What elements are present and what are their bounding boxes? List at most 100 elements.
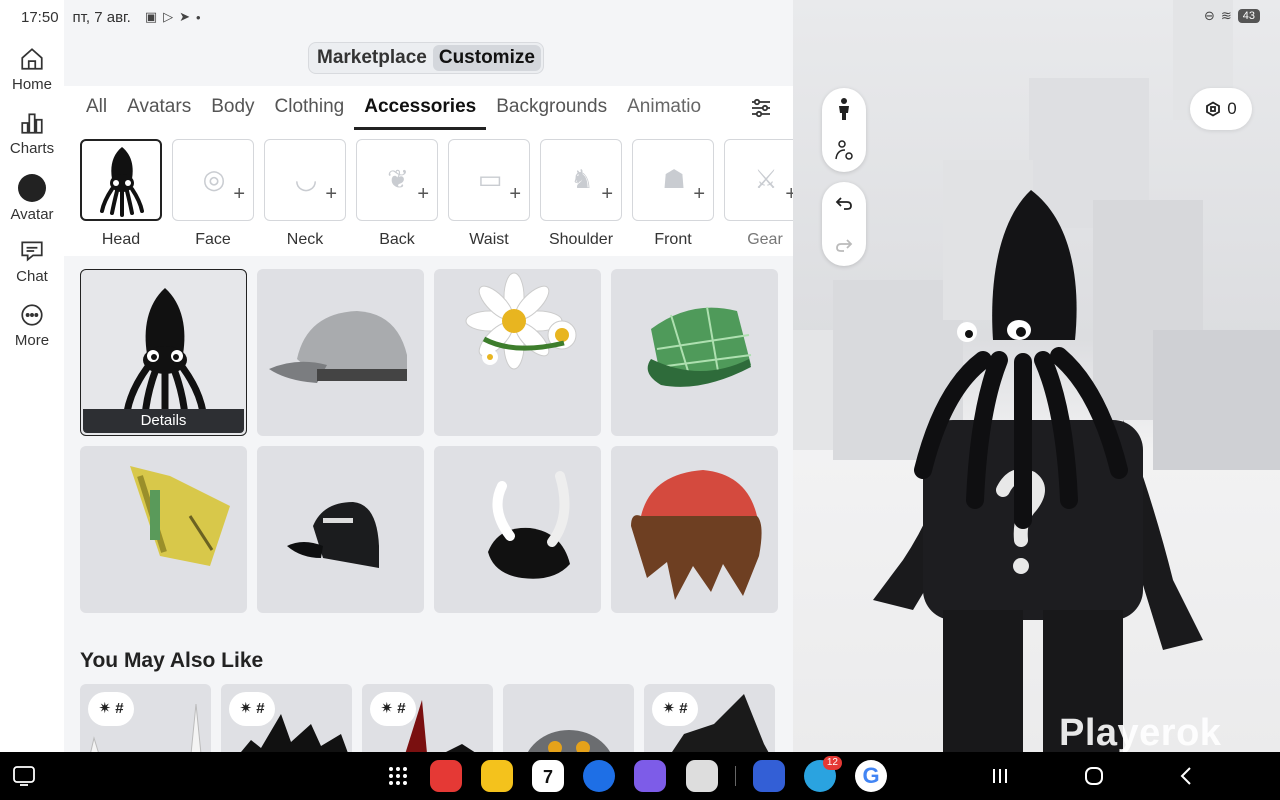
messages-app-icon[interactable] [583, 760, 615, 792]
nav-charts[interactable]: Charts [0, 110, 64, 157]
parrot-icon: ♞ [570, 164, 594, 194]
avatar-preview[interactable]: 0 Playerok [793, 0, 1280, 752]
subcategory-row: Head ◎ + Face ◡ + Neck ❦ + Back ▭ + Waist ♞ +… [64, 130, 793, 256]
chat-icon [21, 241, 43, 262]
calendar-app-icon[interactable]: 7 [532, 760, 564, 792]
watermark: Playerok [1059, 712, 1222, 752]
item-roblox-black-cap[interactable] [257, 446, 424, 613]
item-green-plaid-cap[interactable] [611, 269, 778, 436]
glasses-icon: ◎ [202, 164, 226, 194]
roblox-app-icon[interactable] [753, 760, 785, 792]
plus-icon: + [601, 183, 613, 205]
subcat-face-label: Face [195, 231, 231, 248]
wifi-icon: ≋ [1220, 8, 1232, 23]
dot-icon: • [196, 9, 201, 25]
nav-avatar[interactable]: Avatar [0, 174, 64, 223]
subcat-front-thumb: ☗ + [632, 139, 714, 221]
google-app-icon[interactable]: G [855, 760, 887, 792]
recent-apps-icon[interactable] [990, 767, 1010, 785]
item-daisy-crown[interactable] [434, 269, 601, 436]
filter-icon[interactable] [749, 96, 773, 120]
customize-tab[interactable]: Customize [432, 45, 541, 71]
notes-app-icon[interactable] [430, 760, 462, 792]
avatar-icon [18, 174, 46, 202]
undo-button[interactable] [822, 182, 866, 224]
tab-all[interactable]: All [76, 86, 117, 130]
daisy-crown-thumb [465, 272, 577, 370]
subcat-front[interactable]: ☗ + Front [632, 139, 714, 249]
plus-icon: + [325, 183, 337, 205]
tab-body[interactable]: Body [201, 86, 264, 130]
marketplace-tab[interactable]: Marketplace [311, 45, 433, 71]
charts-icon [21, 113, 43, 134]
subcat-back-label: Back [379, 231, 415, 248]
tab-backgrounds[interactable]: Backgrounds [486, 86, 617, 130]
status-date: пт, 7 авг. [72, 8, 131, 26]
screenshot-icon: ▣ [144, 9, 158, 24]
recommendation-card[interactable]: ✷ # [80, 684, 211, 752]
plus-icon: + [233, 183, 245, 205]
subcat-head[interactable]: Head [80, 139, 162, 249]
dnd-icon: ⊖ [1203, 8, 1215, 23]
nav-more[interactable]: More [0, 302, 64, 349]
app-drawer-icon[interactable] [382, 760, 414, 792]
plus-icon: + [417, 183, 429, 205]
plus-icon: + [509, 183, 521, 205]
battery-icon: 43 [1237, 9, 1260, 23]
item-winged-black-hat[interactable] [434, 446, 601, 613]
status-time: 17:50 [21, 8, 59, 26]
nav-chat[interactable]: Chat [0, 238, 64, 285]
avatar-editor-panel: Marketplace Customize All Avatars Body C… [64, 0, 793, 752]
item-yellow-tech-hat[interactable] [80, 446, 247, 613]
robux-balance[interactable]: 0 [1190, 88, 1252, 130]
subcat-head-thumb [80, 139, 162, 221]
recommendation-thumb [405, 700, 475, 752]
item-squid-hat[interactable]: Details [80, 269, 247, 436]
dock-divider [735, 766, 736, 786]
details-button[interactable]: Details [83, 409, 244, 433]
subcat-shoulder[interactable]: ♞ + Shoulder [540, 139, 622, 249]
avatar-view-button[interactable] [822, 88, 866, 130]
subcat-gear[interactable]: ⚔ + Gear [724, 139, 793, 249]
red-beanie-hair-thumb [631, 470, 762, 600]
tab-clothing[interactable]: Clothing [265, 86, 355, 130]
home-button-icon[interactable] [1084, 766, 1104, 786]
avatar-settings-button[interactable] [822, 130, 866, 172]
recommendation-card[interactable] [503, 684, 634, 752]
plus-icon: + [693, 183, 705, 205]
more-icon [21, 304, 43, 326]
avatar-figure-icon [839, 98, 849, 120]
subcat-shoulder-thumb: ♞ + [540, 139, 622, 221]
subcat-waist-thumb: ▭ + [448, 139, 530, 221]
tab-avatars[interactable]: Avatars [117, 86, 201, 130]
telegram-app-icon[interactable]: 12 [804, 756, 842, 792]
subcat-waist[interactable]: ▭ + Waist [448, 139, 530, 249]
winged-black-hat-thumb [488, 471, 570, 579]
recommendation-card[interactable]: ✷ # [362, 684, 493, 752]
necklace-icon: ◡ [294, 164, 318, 194]
recommendation-card[interactable]: ✷ # [221, 684, 352, 752]
yellow-tech-hat-thumb [130, 466, 230, 566]
subcat-back-thumb: ❦ + [356, 139, 438, 221]
tab-accessories[interactable]: Accessories [354, 86, 487, 130]
item-silver-cap[interactable] [257, 269, 424, 436]
tab-animations[interactable]: Animatio [617, 86, 711, 130]
screen-recorder-icon[interactable] [12, 765, 36, 787]
files-app-icon[interactable] [481, 760, 513, 792]
recommendation-card[interactable]: ✷ # [644, 684, 775, 752]
green-plaid-cap-thumb [647, 306, 752, 387]
subcat-gear-label: Gear [747, 231, 783, 248]
browser-app-icon[interactable] [634, 760, 666, 792]
squid-head-icon [100, 147, 144, 217]
back-button-icon[interactable] [1178, 766, 1194, 786]
nav-home-label: Home [11, 76, 52, 93]
wings-icon: ❦ [387, 164, 409, 194]
subcat-face[interactable]: ◎ + Face [172, 139, 254, 249]
camera-app-icon[interactable] [686, 760, 718, 792]
subcat-neck[interactable]: ◡ + Neck [264, 139, 346, 249]
item-red-beanie-hair[interactable] [611, 446, 778, 613]
subcat-back[interactable]: ❦ + Back [356, 139, 438, 249]
nav-home[interactable]: Home [0, 46, 64, 93]
redo-button[interactable] [822, 224, 866, 266]
person-gear-icon [835, 140, 853, 160]
